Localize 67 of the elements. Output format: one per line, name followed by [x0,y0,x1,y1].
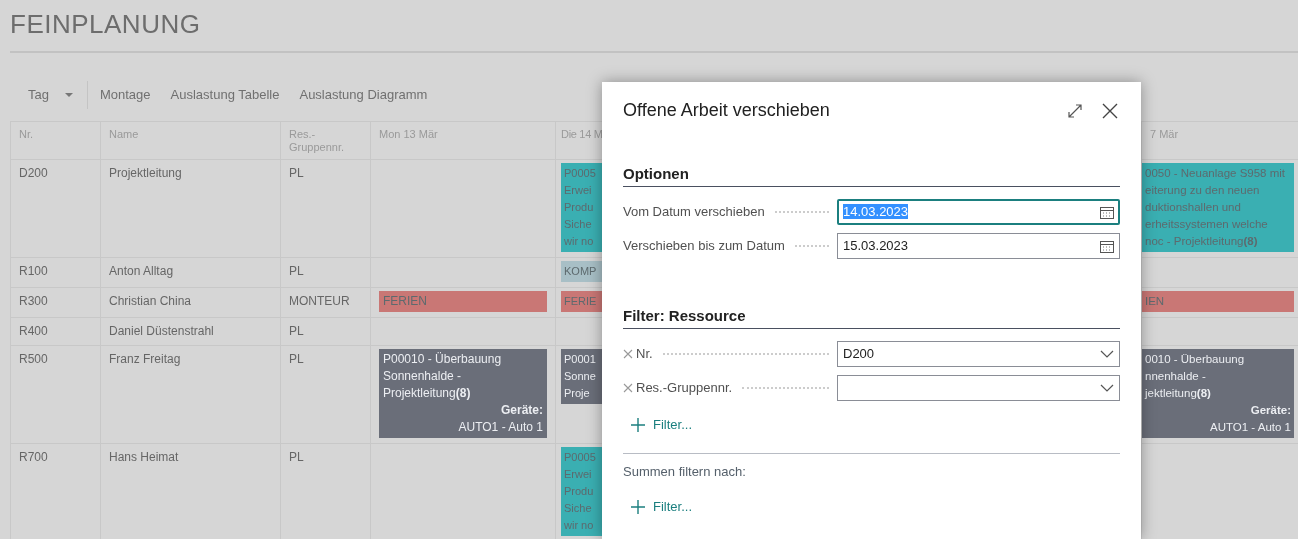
toolbar-action[interactable]: Montage [89,81,161,109]
table-cell: R300 [11,288,101,318]
toolbar-action[interactable]: Auslastung Diagramm [289,81,438,109]
page-title: FEINPLANUNG [9,8,202,40]
table-cell: MONTEUR [281,288,371,318]
table-cell: D200 [11,160,101,258]
column-header: 7 Mär [1142,122,1298,160]
view-dropdown[interactable]: Tag [18,81,83,109]
chevron-down-icon [1100,350,1114,358]
table-cell: R100 [11,258,101,288]
table-cell: R500 [11,346,101,444]
column-header: Mon 13 Mär [371,122,556,160]
table-cell: R400 [11,318,101,346]
leader-line [774,211,829,213]
calendar-icon [1100,239,1114,253]
table-cell: Franz Freitag [101,346,281,444]
column-header: Res.-Gruppennr. [281,122,371,160]
add-filter-link[interactable]: Filter... [623,493,700,521]
table-cell: Christian China [101,288,281,318]
device-text: AUTO1 - Auto 1 [1209,420,1291,435]
date-field[interactable]: 14.03.2023 [837,199,1120,225]
plus-icon [631,417,645,432]
event-block[interactable]: P00010 - Überbauung Sonnenhalde - Projektleitung(8) Geräte: AUTO1 - Auto 1 [379,349,547,438]
close-button[interactable] [1100,101,1120,121]
totals-label: Summen filtern nach: [623,462,747,481]
table-cell: Daniel Düstenstrahl [101,318,281,346]
field-label: Nr. [636,345,653,364]
leader-line [794,245,829,247]
column-header: Name [101,122,281,160]
device-label: Geräte: [499,402,543,419]
remove-icon[interactable] [623,349,633,359]
event-block[interactable]: 0010 - Überbauung nnenhalde - jektleitung(8) Geräte: AUTO1 - Auto 1 [1142,349,1294,438]
event-text: 0010 - Überbauung nnenhalde - jektleitung(8) [1145,352,1246,401]
device-text: AUTO1 - Auto 1 [457,419,543,436]
table-cell: PL [281,318,371,346]
event-text: FERIEN [383,293,428,310]
close-icon [1102,103,1118,119]
calendar-icon [1100,205,1114,219]
event-text: IEN [1145,294,1166,309]
remove-icon[interactable] [623,383,633,393]
section-heading: Filter: Ressource [623,307,1120,329]
table-cell: PL [281,346,371,444]
add-filter-link[interactable]: Filter... [623,411,700,439]
chevron-down-icon [1100,384,1114,392]
expand-button[interactable] [1066,102,1084,120]
date-field[interactable]: 15.03.2023 [837,233,1120,259]
table-cell: Anton Alltag [101,258,281,288]
caret-icon [64,92,73,98]
event-text: P00010 - Überbauung Sonnenhalde - Projektleitung(8) [383,351,503,402]
toolbar-action[interactable]: Auslastung Tabelle [160,81,290,109]
section-heading: Optionen [623,165,1120,187]
table-cell: PL [281,444,371,539]
device-label: Geräte: [1249,403,1291,418]
field-label: Res.-Gruppennr. [636,379,733,398]
dialog-title: Offene Arbeit verschieben [623,100,831,122]
plus-icon [631,499,645,514]
expand-icon [1068,104,1082,118]
table-cell: PL [281,160,371,258]
table-cell: Hans Heimat [101,444,281,539]
dropdown-field[interactable] [837,375,1120,401]
column-header: Nr. [11,122,101,160]
field-label: Verschieben bis zum Datum [623,237,785,256]
table-cell: R700 [11,444,101,539]
field-label: Vom Datum verschieben [623,203,765,222]
dropdown-field[interactable]: D200 [837,341,1120,367]
table-cell: Projektleitung [101,160,281,258]
table-cell: PL [281,258,371,288]
